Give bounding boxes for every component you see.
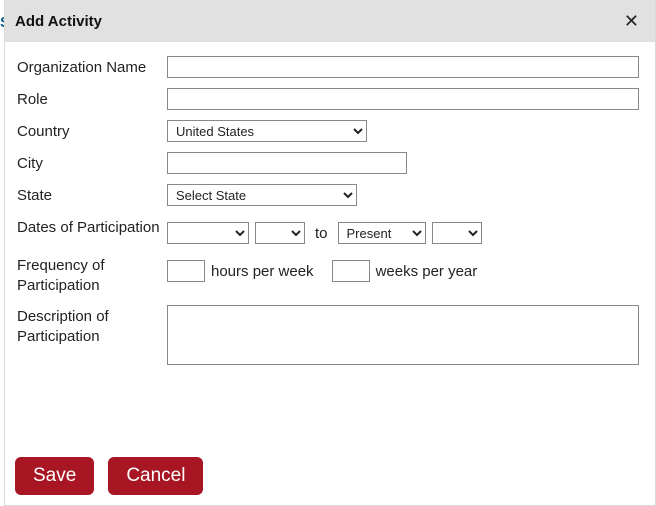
close-icon[interactable]: ✕ [620, 8, 643, 34]
weeks-per-year-text: weeks per year [376, 263, 478, 280]
save-button[interactable]: Save [15, 457, 94, 495]
frequency-label: Frequency of Participation [17, 254, 167, 295]
date-to-year-select[interactable] [432, 222, 482, 244]
country-select[interactable]: United States [167, 120, 367, 142]
organization-name-label: Organization Name [17, 56, 167, 78]
hours-per-week-text: hours per week [211, 263, 314, 280]
dates-to-word: to [311, 225, 332, 242]
city-input[interactable] [167, 152, 407, 174]
state-select[interactable]: Select State [167, 184, 357, 206]
role-label: Role [17, 88, 167, 110]
description-textarea[interactable] [167, 305, 639, 365]
role-input[interactable] [167, 88, 639, 110]
date-from-month-select[interactable] [167, 222, 249, 244]
add-activity-dialog: Add Activity ✕ Organization Name Role Co… [4, 0, 656, 506]
dates-label: Dates of Participation [17, 216, 167, 238]
city-label: City [17, 152, 167, 174]
dialog-title: Add Activity [15, 13, 102, 30]
date-from-year-select[interactable] [255, 222, 305, 244]
hours-per-week-input[interactable] [167, 260, 205, 282]
country-label: Country [17, 120, 167, 142]
weeks-per-year-input[interactable] [332, 260, 370, 282]
organization-name-input[interactable] [167, 56, 639, 78]
cancel-button[interactable]: Cancel [108, 457, 203, 495]
date-to-month-select[interactable]: Present [338, 222, 426, 244]
dialog-titlebar: Add Activity ✕ [5, 0, 655, 42]
state-label: State [17, 184, 167, 206]
description-label: Description of Participation [17, 305, 167, 346]
